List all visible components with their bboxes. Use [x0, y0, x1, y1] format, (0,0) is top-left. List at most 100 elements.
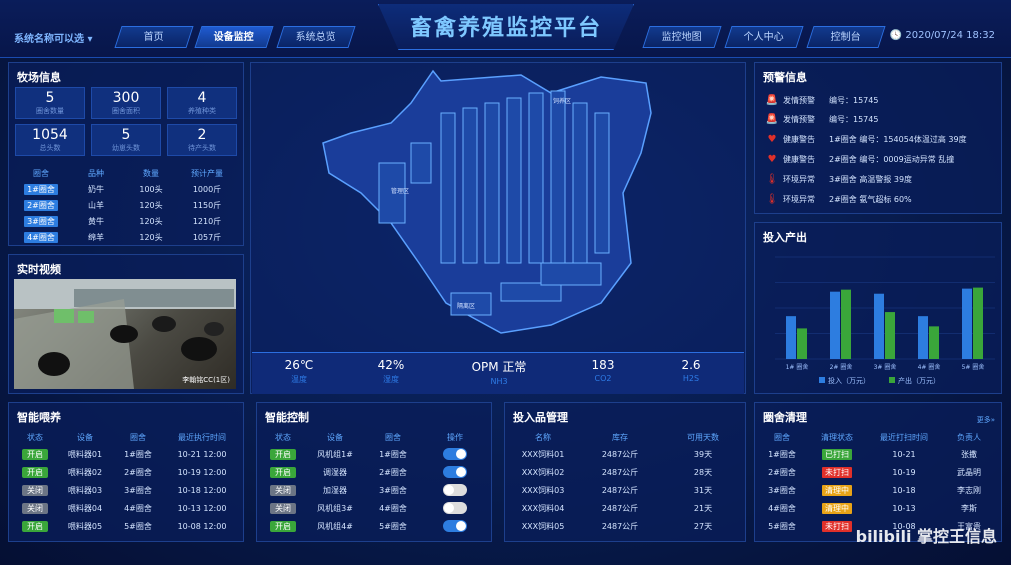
power-toggle[interactable] — [443, 502, 467, 514]
alert-item[interactable]: ♥ 健康警告 1#圈舍 编号：154054体温过高 39度 — [765, 130, 967, 148]
inputs-title: 投入品管理 — [513, 411, 568, 424]
table-row: 关闭 加湿器 3#圈舍 — [261, 481, 489, 499]
table-row: 开启 风机组4# 5#圈舍 — [261, 517, 489, 535]
table-row: 2#圈舍 未打扫 10-19 武晶明 — [759, 463, 999, 481]
legend-label: 产出（万元） — [898, 376, 940, 385]
feed-name: XXX饲料04 — [521, 503, 565, 513]
alert-item[interactable]: 🌡 环境异常 3#圈舍 高温警报 39度 — [765, 170, 912, 188]
nav-home[interactable]: 首页 — [114, 26, 194, 48]
table-row: 1#圈舍 奶牛 100头 1000斤 — [15, 181, 237, 197]
alert-item[interactable]: 🌡 环境异常 2#圈舍 氨气超标 60% — [765, 190, 912, 208]
x-tick-label: 1# 圈舍 — [786, 363, 809, 371]
x-tick-label: 4# 圈舍 — [918, 363, 941, 371]
device-name: 风机组3# — [317, 503, 353, 513]
more-link[interactable]: 更多» — [977, 415, 995, 425]
farm-info-panel: 牧场信息 5 圈舍数量 300 圈舍面积 4 养殖种类 1054 总头数 5 幼崽头数 2… — [8, 62, 244, 246]
legend-swatch — [889, 377, 895, 383]
power-toggle[interactable] — [443, 484, 467, 496]
table-row: XXX饲料04 2487公斤 21天 — [509, 499, 743, 517]
bar-output — [797, 328, 807, 359]
env-humidity: 42% 湿度 — [377, 358, 405, 384]
datetime: 🕓 2020/07/24 18:32 — [889, 30, 995, 41]
table-row: 开启 调湿器 2#圈舍 — [261, 463, 489, 481]
status-badge: 开启 — [261, 520, 305, 532]
nav-console[interactable]: 控制台 — [806, 26, 886, 48]
bar-output — [929, 326, 939, 359]
nav-personal-center[interactable]: 个人中心 — [724, 26, 804, 48]
stat-card: 1054 总头数 — [15, 124, 85, 156]
alert-item[interactable]: 🚨 发情预警 编号：15745 — [765, 110, 879, 128]
stock: 2487公斤 — [601, 449, 639, 459]
env-h2s: 2.6 H2S — [681, 358, 701, 383]
smart-feeding-panel: 智能喂养 状态 设备 圈舍 最近执行时间 开启 喂料器01 1#圈舍 10-21 12:00… — [8, 402, 244, 542]
device-name: 喂料器05 — [67, 521, 103, 531]
cleaning-table: 圈舍 清理状态 最近打扫时间 负责人 1#圈舍 已打扫 10-21 张撒 2#圈舍 未打扫 10-… — [759, 429, 999, 535]
cleaning-status-badge: 清理中 — [805, 484, 869, 496]
pen-name: 1#圈舍 — [379, 449, 407, 459]
feed-name: XXX饲料02 — [521, 467, 565, 477]
operation-cell — [421, 502, 489, 514]
map-label: 饲养区 — [553, 97, 571, 105]
env-temperature: 26℃ 温度 — [284, 358, 314, 384]
operation-cell — [421, 520, 489, 532]
nav-system-overview[interactable]: 系统总览 — [276, 26, 356, 48]
last-cleaned: 10-21 — [892, 449, 916, 459]
pen-name: 4#圈舍 — [124, 503, 152, 513]
input-output-chart: 1# 圈舍 2# 圈舍 3# 圈舍 4# 圈舍 5# 圈舍投入（万元） 产出（万元） — [775, 256, 995, 385]
device-name: 喂料器01 — [67, 449, 103, 459]
x-tick-label: 3# 圈舍 — [874, 363, 897, 371]
device-name: 风机组1# — [317, 449, 353, 459]
table-row: 4#圈舍 绵羊 120头 1057斤 — [15, 229, 237, 245]
alert-item[interactable]: 🚨 发情预警 编号：15745 — [765, 91, 879, 109]
header-bar: 系统名称可以选 ▾ 首页 设备监控 系统总览 畜禽养殖监控平台 监控地图 个人中… — [0, 0, 1011, 58]
days-left: 21天 — [693, 503, 713, 513]
farm-map[interactable]: 饲养区 管理区 隔离区 — [251, 63, 747, 353]
cleaning-status-badge: 清理中 — [805, 502, 869, 514]
feed-name: XXX饲料05 — [521, 521, 565, 531]
cleaning-status-badge: 未打扫 — [805, 466, 869, 478]
owner: 李志刚 — [957, 485, 981, 495]
pen-name: 2#圈舍 — [379, 467, 407, 477]
power-toggle[interactable] — [443, 466, 467, 478]
map-label: 隔离区 — [457, 302, 475, 310]
stat-card: 5 圈舍数量 — [15, 87, 85, 119]
control-title: 智能控制 — [265, 411, 309, 424]
system-name-select[interactable]: 系统名称可以选 ▾ — [14, 30, 93, 45]
bar-output — [973, 287, 983, 359]
table-row: XXX饲料01 2487公斤 39天 — [509, 445, 743, 463]
env-co2: 183 CO2 — [591, 358, 615, 383]
status-badge: 开启 — [261, 466, 305, 478]
nav-device-monitor[interactable]: 设备监控 — [194, 26, 274, 48]
table-row: 3#圈舍 清理中 10-18 李志刚 — [759, 481, 999, 499]
days-left: 39天 — [693, 449, 713, 459]
legend-label: 投入（万元） — [828, 376, 870, 385]
power-toggle[interactable] — [443, 520, 467, 532]
legend-swatch — [819, 377, 825, 383]
barn-scene — [14, 279, 236, 389]
input-management-panel: 投入品管理 名称 库存 可用天数 XXX饲料01 2487公斤 39天 XXX饲料02 24… — [504, 402, 746, 542]
stock: 2487公斤 — [601, 503, 639, 513]
table-row: 开启 喂料器01 1#圈舍 10-21 12:00 — [13, 445, 241, 463]
inputs-table: 名称 库存 可用天数 XXX饲料01 2487公斤 39天 XXX饲料02 2487公斤 28… — [509, 429, 743, 535]
device-name: 喂料器04 — [67, 503, 103, 513]
power-toggle[interactable] — [443, 448, 467, 460]
bar-output — [841, 289, 851, 359]
operation-cell — [421, 484, 489, 496]
table-row: 关闭 喂料器04 4#圈舍 10-13 12:00 — [13, 499, 241, 517]
control-table: 状态 设备 圈舍 操作 开启 风机组1# 1#圈舍 开启 调湿器 2#圈舍 关闭 加湿器 3#圈舍 关闭… — [261, 429, 489, 535]
status-badge: 关闭 — [13, 484, 57, 496]
owner: 李斯 — [961, 503, 977, 513]
days-left: 28天 — [693, 467, 713, 477]
video-panel: 实时视频 李翰铭CC(1区) — [8, 254, 244, 394]
table-row: 关闭 喂料器03 3#圈舍 10-18 12:00 — [13, 481, 241, 499]
heartbeat-icon: ♥ — [767, 153, 777, 165]
device-name: 喂料器02 — [67, 467, 103, 477]
pen-name: 4#圈舍 — [379, 503, 407, 513]
owner: 武晶明 — [957, 467, 981, 477]
nav-monitor-map[interactable]: 监控地图 — [642, 26, 722, 48]
table-row: 1#圈舍 已打扫 10-21 张撒 — [759, 445, 999, 463]
alert-item[interactable]: ♥ 健康警告 2#圈舍 编号：0009运动异常 乱撞 — [765, 150, 955, 168]
feeding-title: 智能喂养 — [17, 411, 61, 424]
table-row: 4#圈舍 清理中 10-13 李斯 — [759, 499, 999, 517]
video-feed[interactable]: 李翰铭CC(1区) — [14, 279, 236, 389]
